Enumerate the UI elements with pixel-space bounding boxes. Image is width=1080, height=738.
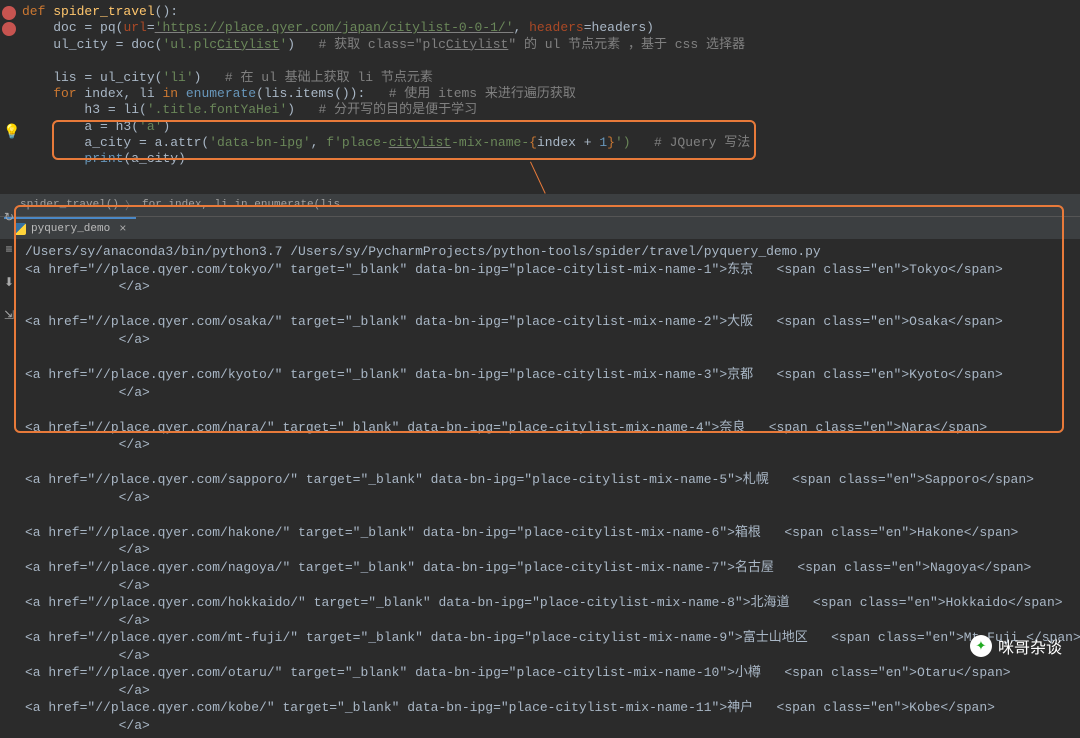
rerun-icon[interactable]: ↻ xyxy=(4,210,14,225)
chevron-right-icon: 〉 xyxy=(125,197,136,213)
console-output-line: </a> xyxy=(0,682,1080,700)
breadcrumb[interactable]: spider_travel() 〉 for index, li in enume… xyxy=(0,194,1080,216)
console-blank-line xyxy=(0,506,1080,524)
code-line: doc = pq(url='https://place.qyer.com/jap… xyxy=(0,20,1080,36)
code-line: def spider_travel(): xyxy=(0,4,1080,20)
console-output-line: </a> xyxy=(0,278,1080,296)
code-line: a = h3('a') xyxy=(0,119,1080,135)
console-output-line: <a href="//place.qyer.com/mt-fuji/" targ… xyxy=(0,629,1080,647)
console-output-line: </a> xyxy=(0,489,1080,507)
code-line xyxy=(0,53,1080,69)
console-blank-line xyxy=(0,454,1080,472)
wechat-icon: ✦ xyxy=(970,635,992,657)
console-output-line: </a> xyxy=(0,647,1080,665)
console-tab[interactable]: pyquery_demo × xyxy=(4,217,136,239)
console-output-line: <a href="//place.qyer.com/osaka/" target… xyxy=(0,313,1080,331)
watermark-text: 咪哥杂谈 xyxy=(998,634,1062,658)
code-line: lis = ul_city('li') # 在 ul 基础上获取 li 节点元素 xyxy=(0,70,1080,86)
console-output-line: </a> xyxy=(0,331,1080,349)
bulb-icon[interactable]: 💡 xyxy=(3,125,17,139)
code-line: h3 = li('.title.fontYaHei') # 分开写的目的是便于学… xyxy=(0,102,1080,118)
console-output-line: <a href="//place.qyer.com/nagoya/" targe… xyxy=(0,559,1080,577)
console-output-line: </a> xyxy=(0,612,1080,630)
console-output-line: </a> xyxy=(0,541,1080,559)
console-output-line: </a> xyxy=(0,436,1080,454)
console-output-line: <a href="//place.qyer.com/nara/" target=… xyxy=(0,419,1080,437)
export-icon[interactable]: ⇲ xyxy=(4,308,14,323)
code-line: 💡 a_city = a.attr('data-bn-ipg', f'place… xyxy=(0,135,1080,151)
close-icon[interactable]: × xyxy=(119,222,126,236)
stop-icon[interactable]: ≡ xyxy=(5,243,12,257)
console-blank-line xyxy=(0,296,1080,314)
console-output-line: </a> xyxy=(0,717,1080,735)
fold-icon[interactable] xyxy=(2,6,16,20)
console-output-line: </a> xyxy=(0,577,1080,595)
console-output-line: <a href="//place.qyer.com/hakone/" targe… xyxy=(0,524,1080,542)
console-output-line: <a href="//place.qyer.com/kyoto/" target… xyxy=(0,366,1080,384)
console-output-line: <a href="//place.qyer.com/hokkaido/" tar… xyxy=(0,594,1080,612)
breadcrumb-item[interactable]: spider_travel() xyxy=(20,199,119,211)
console-tab-bar: pyquery_demo × xyxy=(0,216,1080,239)
console-toolbar: ↻ ≡ ⬇ ⇲ xyxy=(0,210,18,323)
breadcrumb-item[interactable]: for index, li in enumerate(lis.... xyxy=(142,199,366,211)
console-output-line: </a> xyxy=(0,384,1080,402)
console-output-line: <a href="//place.qyer.com/kobe/" target=… xyxy=(0,699,1080,717)
download-icon[interactable]: ⬇ xyxy=(4,275,14,290)
console-output[interactable]: /Users/sy/anaconda3/bin/python3.7 /Users… xyxy=(0,239,1080,738)
tab-label: pyquery_demo xyxy=(31,223,110,235)
console-output-line: <a href="//place.qyer.com/sapporo/" targ… xyxy=(0,471,1080,489)
code-line: for index, li in enumerate(lis.items()):… xyxy=(0,86,1080,102)
console-output-line: <a href="//place.qyer.com/tokyo/" target… xyxy=(0,261,1080,279)
console-run-path: /Users/sy/anaconda3/bin/python3.7 /Users… xyxy=(0,243,1080,261)
console-blank-line xyxy=(0,401,1080,419)
breakpoint-icon[interactable] xyxy=(2,22,16,36)
console-blank-line xyxy=(0,348,1080,366)
watermark: ✦ 咪哥杂谈 xyxy=(970,634,1062,658)
console-output-line: <a href="//place.qyer.com/otaru/" target… xyxy=(0,664,1080,682)
code-line: ul_city = doc('ul.plcCitylist') # 获取 cla… xyxy=(0,37,1080,53)
